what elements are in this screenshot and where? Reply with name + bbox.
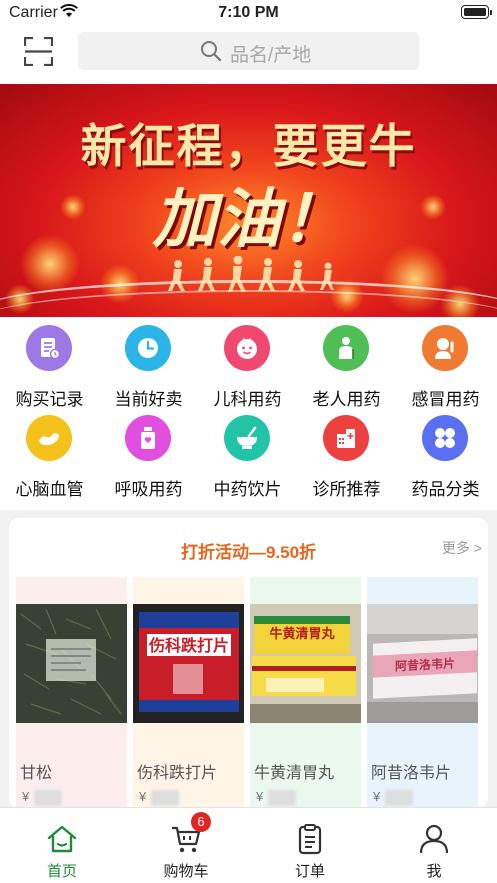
search-bar[interactable]: 品名/产地 xyxy=(78,32,419,70)
category-purchase-history[interactable]: 购买记录 xyxy=(0,317,99,409)
product-card[interactable]: 阿昔洛韦片 阿昔洛韦片 ¥ xyxy=(367,577,478,808)
product-name: 阿昔洛韦片 xyxy=(371,765,452,782)
discount-title: 打折活动—9.50折 xyxy=(180,543,317,562)
product-price: ¥ xyxy=(373,789,381,804)
product-image: 牛黄清胃丸 xyxy=(250,604,361,723)
product-image: 伤科跌打片 xyxy=(133,604,244,723)
bottom-tab-bar: 首页 6 购物车 订单 我 xyxy=(0,807,497,883)
product-price: ¥ xyxy=(22,789,30,804)
tab-label: 首页 xyxy=(46,863,77,880)
discount-section: 打折活动—9.50折 更多 > 甘松 ¥ 伤科跌打片 伤科跌打片 ¥ 牛黄清胃丸… xyxy=(9,518,488,808)
battery-icon xyxy=(461,5,492,19)
product-image xyxy=(16,604,127,723)
sick-person-icon xyxy=(422,325,468,371)
category-all-drugs[interactable]: 药品分类 xyxy=(396,407,495,499)
svg-text:伤科跌打片: 伤科跌打片 xyxy=(148,636,229,655)
category-label: 中药饮片 xyxy=(213,480,282,499)
product-card[interactable]: 伤科跌打片 伤科跌打片 ¥ xyxy=(133,577,244,808)
status-bar: Carrier 7:10 PM xyxy=(0,0,497,26)
scan-icon[interactable] xyxy=(24,37,53,66)
product-image: 阿昔洛韦片 xyxy=(367,604,478,723)
category-cold-medicine[interactable]: 感冒用药 xyxy=(396,317,495,409)
category-elderly[interactable]: 老人用药 xyxy=(297,317,396,409)
price-redacted xyxy=(268,790,296,806)
tab-label: 购物车 xyxy=(163,863,209,880)
cart-badge: 6 xyxy=(191,812,211,832)
tab-home[interactable]: 首页 xyxy=(0,808,124,883)
banner-slogan: 加油！ xyxy=(152,182,345,257)
price-redacted xyxy=(151,790,179,806)
product-card[interactable]: 牛黄清胃丸 牛黄清胃丸 ¥ xyxy=(250,577,361,808)
product-name: 伤科跌打片 xyxy=(137,765,218,782)
price-redacted xyxy=(34,790,62,806)
product-price: ¥ xyxy=(256,789,264,804)
user-icon xyxy=(419,824,449,854)
clinic-icon xyxy=(323,415,369,461)
grid-icon xyxy=(422,415,468,461)
home-icon xyxy=(47,825,77,853)
product-name: 牛黄清胃丸 xyxy=(254,765,335,782)
baby-icon xyxy=(224,325,270,371)
category-cardio[interactable]: 心脑血管 xyxy=(0,407,99,499)
banner-headline: 新征程，要更牛 xyxy=(80,119,417,173)
more-link[interactable]: 更多 > xyxy=(442,538,482,558)
order-icon xyxy=(298,824,322,855)
heart-icon xyxy=(26,415,72,461)
category-respiratory[interactable]: 呼吸用药 xyxy=(99,407,198,499)
category-grid: 购买记录 当前好卖 儿科用药 老人用药 感冒用药 心脑血管 呼吸用药 中药饮片 … xyxy=(0,317,497,510)
tab-me[interactable]: 我 xyxy=(372,808,496,883)
tab-label: 订单 xyxy=(294,863,325,880)
elder-icon xyxy=(323,325,369,371)
svg-text:阿昔洛韦片: 阿昔洛韦片 xyxy=(395,655,455,673)
product-card[interactable]: 甘松 ¥ xyxy=(16,577,127,808)
category-herbal[interactable]: 中药饮片 xyxy=(198,407,297,499)
category-label: 药品分类 xyxy=(411,480,480,499)
category-label: 诊所推荐 xyxy=(312,480,381,499)
category-label: 呼吸用药 xyxy=(114,480,183,499)
runners-graphic xyxy=(168,256,334,292)
clock-icon xyxy=(125,325,171,371)
tab-cart[interactable]: 6 购物车 xyxy=(124,808,248,883)
mortar-icon xyxy=(224,415,270,461)
category-clinic[interactable]: 诊所推荐 xyxy=(297,407,396,499)
search-icon xyxy=(201,41,222,62)
product-price: ¥ xyxy=(139,789,147,804)
promo-banner[interactable]: 新征程，要更牛 加油！ xyxy=(0,84,497,317)
category-pediatric[interactable]: 儿科用药 xyxy=(198,317,297,409)
tab-label: 我 xyxy=(426,863,442,880)
clock: 7:10 PM xyxy=(218,4,279,21)
tab-orders[interactable]: 订单 xyxy=(248,808,372,883)
category-best-sellers[interactable]: 当前好卖 xyxy=(99,317,198,409)
top-header: 品名/产地 xyxy=(0,26,497,84)
receipt-icon xyxy=(26,325,72,371)
search-placeholder: 品名/产地 xyxy=(230,45,312,66)
svg-text:牛黄清胃丸: 牛黄清胃丸 xyxy=(269,626,335,642)
category-label: 心脑血管 xyxy=(15,480,84,499)
product-name: 甘松 xyxy=(20,765,53,782)
medicine-bottle-icon xyxy=(125,415,171,461)
price-redacted xyxy=(385,790,413,806)
